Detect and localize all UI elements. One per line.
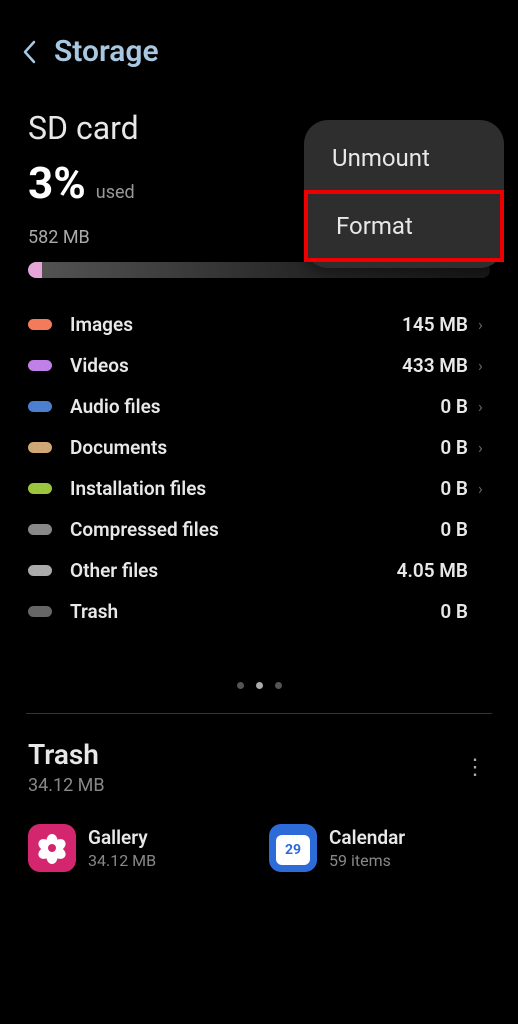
usage-percent: 3% — [28, 157, 86, 209]
category-row[interactable]: Audio files0 B › — [28, 386, 490, 427]
trash-header: Trash 34.12 MB ⋮ — [28, 738, 490, 796]
header: Storage — [0, 0, 518, 89]
category-color-icon — [28, 483, 52, 494]
gallery-name: Gallery — [88, 826, 156, 849]
category-value: 0 B — [440, 395, 468, 418]
calendar-name: Calendar — [329, 826, 405, 849]
category-label: Audio files — [70, 395, 440, 418]
page-indicator[interactable] — [0, 682, 518, 689]
category-value: 0 B — [440, 436, 468, 459]
category-label: Documents — [70, 436, 440, 459]
trash-title: Trash — [28, 738, 105, 771]
used-label: used — [96, 182, 135, 203]
page-title: Storage — [54, 34, 159, 69]
trash-section: Trash 34.12 MB ⋮ Gallery 34.12 MB — [0, 714, 518, 872]
category-value: 4.05 MB — [397, 559, 468, 582]
trash-size: 34.12 MB — [28, 775, 105, 796]
category-row[interactable]: Installation files0 B › — [28, 468, 490, 509]
category-row[interactable]: Documents0 B › — [28, 427, 490, 468]
storage-progress-fill — [28, 262, 42, 278]
category-label: Videos — [70, 354, 402, 377]
category-list: Images145 MB›Videos433 MB›Audio files0 B… — [28, 304, 490, 632]
context-menu: Unmount Format — [304, 120, 504, 268]
page-dot — [237, 682, 244, 689]
category-color-icon — [28, 565, 52, 576]
category-color-icon — [28, 401, 52, 412]
category-label: Compressed files — [70, 518, 440, 541]
calendar-day: 29 — [276, 835, 310, 865]
menu-item-unmount[interactable]: Unmount — [304, 126, 504, 190]
category-row: Compressed files0 B — [28, 509, 490, 550]
category-row[interactable]: Videos433 MB › — [28, 345, 490, 386]
gallery-icon — [28, 824, 76, 872]
category-row: Trash0 B — [28, 591, 490, 632]
calendar-icon: 29 — [269, 824, 317, 872]
category-color-icon — [28, 524, 52, 535]
back-icon[interactable] — [22, 40, 36, 64]
page-dot — [256, 682, 263, 689]
chevron-right-icon: › — [478, 356, 490, 375]
calendar-sub: 59 items — [329, 851, 405, 870]
trash-app-gallery[interactable]: Gallery 34.12 MB — [28, 824, 249, 872]
category-color-icon — [28, 606, 52, 617]
chevron-right-icon: › — [478, 397, 490, 416]
category-value: 0 B — [440, 518, 468, 541]
category-color-icon — [28, 442, 52, 453]
category-label: Trash — [70, 600, 440, 623]
category-value: 0 B — [440, 477, 468, 500]
more-menu-icon[interactable]: ⋮ — [460, 749, 490, 786]
category-label: Images — [70, 313, 402, 336]
category-row: Other files4.05 MB — [28, 550, 490, 591]
category-value: 433 MB — [402, 354, 468, 377]
chevron-right-icon: › — [478, 315, 490, 334]
chevron-right-icon: › — [478, 479, 490, 498]
trash-apps: Gallery 34.12 MB 29 Calendar 59 items — [28, 824, 490, 872]
category-value: 0 B — [440, 600, 468, 623]
gallery-sub: 34.12 MB — [88, 851, 156, 870]
page-dot — [275, 682, 282, 689]
trash-app-calendar[interactable]: 29 Calendar 59 items — [269, 824, 490, 872]
category-label: Installation files — [70, 477, 440, 500]
category-value: 145 MB — [402, 313, 468, 336]
chevron-right-icon: › — [478, 438, 490, 457]
category-label: Other files — [70, 559, 397, 582]
category-row[interactable]: Images145 MB › — [28, 304, 490, 345]
category-color-icon — [28, 360, 52, 371]
category-color-icon — [28, 319, 52, 330]
menu-item-format[interactable]: Format — [304, 190, 504, 262]
